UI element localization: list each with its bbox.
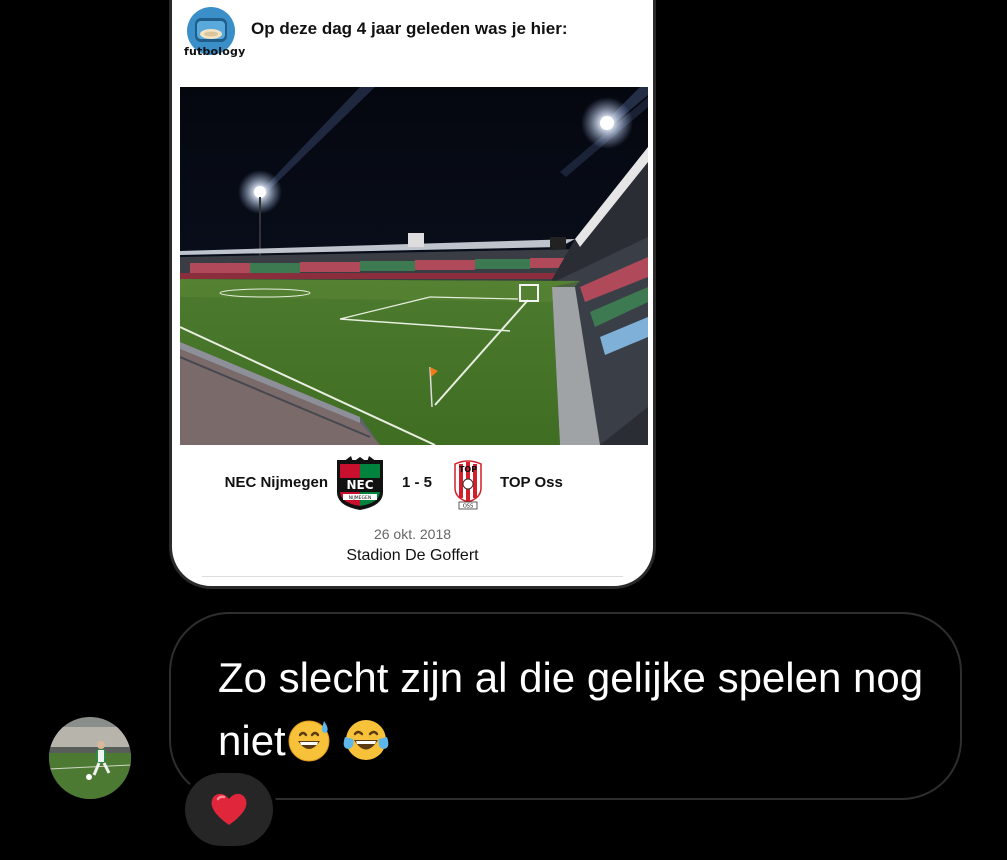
- away-crest-sub: OSS: [463, 504, 473, 510]
- match-row[interactable]: NEC Nijmegen NEC NIJMEGEN 1 - 5 TOP OSS …: [172, 456, 653, 512]
- sender-avatar[interactable]: [49, 717, 131, 799]
- nec-crest-icon: NEC NIJMEGEN: [337, 456, 383, 510]
- memory-text: Op deze dag 4 jaar geleden was je hier:: [251, 19, 568, 38]
- tears-of-joy-emoji-icon: [344, 720, 389, 760]
- brand-name: futbology: [184, 45, 246, 58]
- card-divider: [202, 576, 623, 577]
- match-date: 26 okt. 2018: [373, 526, 452, 542]
- message-text: Zo slecht zijn al die gelijke spelen nog…: [218, 646, 938, 772]
- red-heart-icon: [211, 793, 247, 825]
- grinning-sweat-emoji-icon: [288, 720, 330, 762]
- shared-post-header: futbology Op deze dag 4 jaar geleden was…: [184, 7, 644, 63]
- home-crest-text: NEC: [346, 478, 373, 492]
- away-team-name: TOP Oss: [500, 474, 563, 491]
- home-crest-sub: NIJMEGEN: [349, 495, 371, 501]
- reaction-pill[interactable]: [185, 773, 273, 846]
- stadium-photo[interactable]: [180, 87, 648, 445]
- top-oss-crest-icon: TOP OSS: [454, 460, 482, 510]
- match-score: 1 - 5: [401, 474, 432, 491]
- chat-screen: futbology Op deze dag 4 jaar geleden was…: [0, 0, 1007, 860]
- match-venue: Stadion De Goffert: [346, 547, 479, 564]
- avatar-photo: [49, 717, 131, 799]
- message-bubble[interactable]: Zo slecht zijn al die gelijke spelen nog…: [169, 612, 962, 800]
- shared-post-card[interactable]: futbology Op deze dag 4 jaar geleden was…: [169, 0, 656, 589]
- home-team-name: NEC Nijmegen: [224, 474, 328, 491]
- away-crest-text: TOP: [459, 465, 477, 474]
